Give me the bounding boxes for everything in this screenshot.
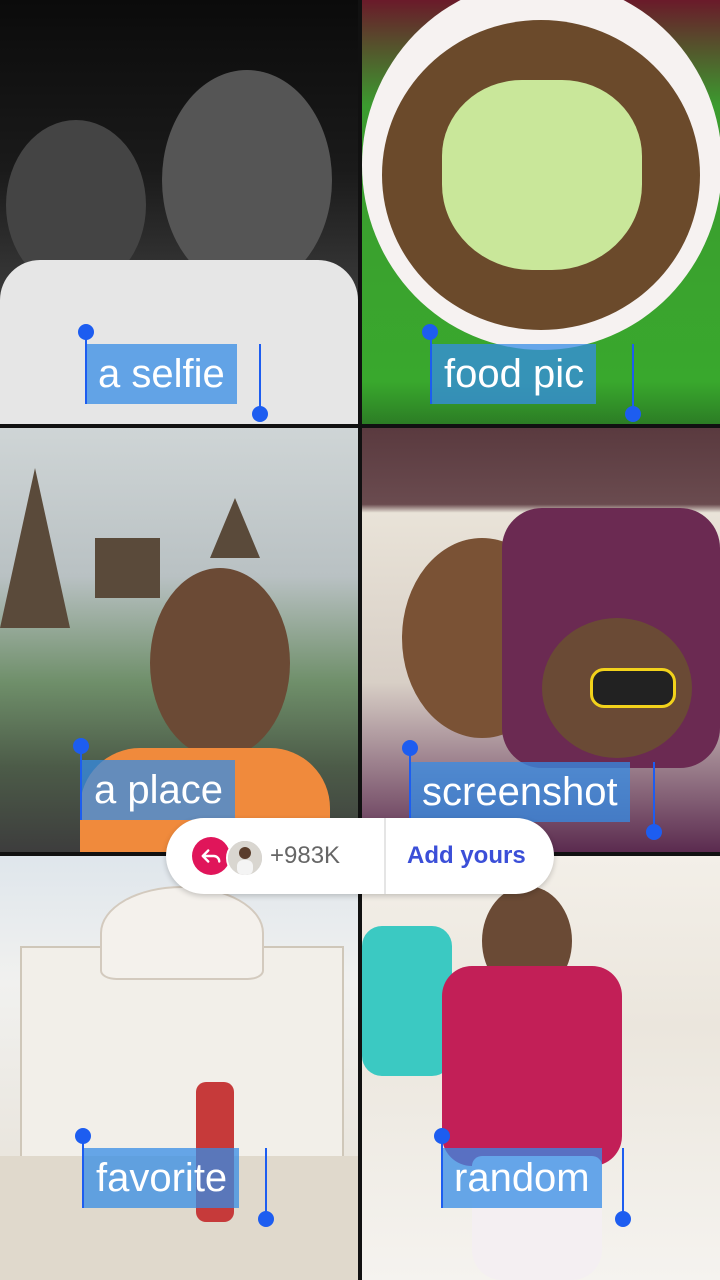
photo-dome xyxy=(100,886,264,980)
sticker-label: screenshot xyxy=(410,762,630,822)
selection-handle-end[interactable] xyxy=(646,824,662,840)
photo-tile-random[interactable] xyxy=(362,856,720,1280)
photo-temple xyxy=(95,538,160,598)
selection-handle-line xyxy=(82,1136,84,1208)
selection-handle-line xyxy=(441,1136,443,1208)
selection-handle-line xyxy=(259,344,261,414)
sticker-label: a selfie xyxy=(86,344,237,404)
selection-handle-line xyxy=(430,332,432,404)
selection-handle-start[interactable] xyxy=(402,740,418,756)
selection-handle-start[interactable] xyxy=(434,1128,450,1144)
participant-count: +983K xyxy=(270,842,341,869)
selection-handle-end[interactable] xyxy=(625,406,641,422)
selection-handle-line xyxy=(632,344,634,414)
photo-subject xyxy=(162,70,332,290)
selection-handle-end[interactable] xyxy=(258,1211,274,1227)
sticker-divider xyxy=(384,818,386,894)
selection-handle-line xyxy=(80,746,82,820)
photo-dress xyxy=(442,966,622,1166)
selection-handle-start[interactable] xyxy=(78,324,94,340)
add-yours-sticker[interactable]: +983K Add yours xyxy=(166,818,554,894)
photo-slide xyxy=(362,926,452,1076)
selection-handle-line xyxy=(653,762,655,830)
sticker-label: food pic xyxy=(432,344,597,404)
sticker-label: favorite xyxy=(84,1148,240,1208)
selection-handle-end[interactable] xyxy=(252,406,268,422)
sticker-label: a place xyxy=(82,760,235,820)
selection-handle-line xyxy=(409,748,411,822)
reply-arrow-icon xyxy=(192,837,230,875)
photo-garnish xyxy=(442,80,642,270)
avatar xyxy=(226,839,264,877)
photo-sunglasses xyxy=(590,668,676,708)
selection-handle-end[interactable] xyxy=(615,1211,631,1227)
photo-subject xyxy=(150,568,290,758)
photo-tile-favorite[interactable] xyxy=(0,856,358,1280)
photo-temple xyxy=(0,468,70,628)
selection-handle-start[interactable] xyxy=(422,324,438,340)
selection-handle-line xyxy=(622,1148,624,1218)
sticker-label: random xyxy=(442,1148,602,1208)
selection-handle-start[interactable] xyxy=(73,738,89,754)
add-yours-button[interactable]: Add yours xyxy=(407,842,526,870)
selection-handle-line xyxy=(265,1148,267,1218)
selection-handle-line xyxy=(85,332,87,404)
selection-handle-start[interactable] xyxy=(75,1128,91,1144)
photo-temple xyxy=(210,498,260,558)
photo-grid: a selfie food pic a place screenshot fav… xyxy=(0,0,720,1280)
